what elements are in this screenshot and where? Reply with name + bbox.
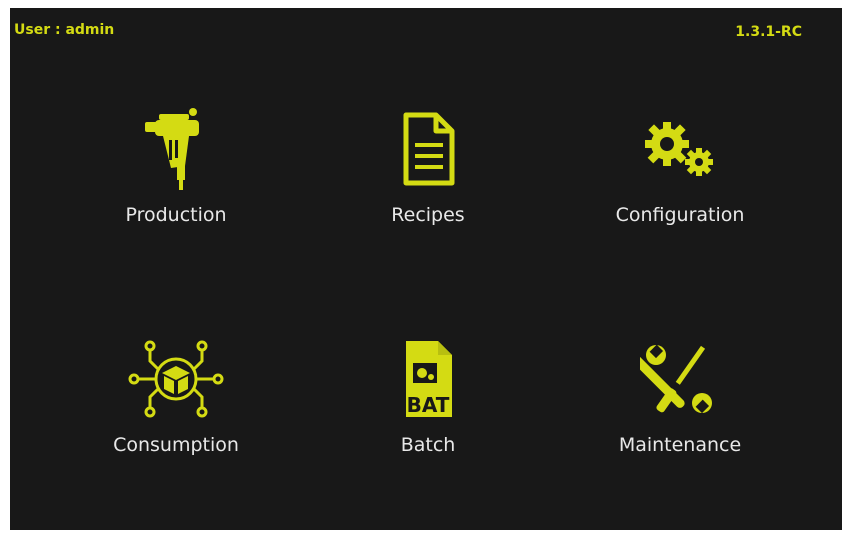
tile-label: Maintenance: [618, 434, 742, 456]
bat-file-icon: BAT: [378, 334, 478, 424]
tile-label: Production: [125, 204, 227, 226]
main-screen: User : admin 1.3.1-RC Production Recipes…: [10, 8, 842, 530]
box-network-icon: [126, 334, 226, 424]
current-user-label: User : admin: [14, 22, 115, 38]
tile-production[interactable]: Production: [76, 104, 276, 274]
wrench-screwdriver-icon: [630, 334, 730, 424]
tile-label: Recipes: [391, 204, 465, 226]
document-icon: [378, 104, 478, 194]
tile-consumption[interactable]: Consumption: [76, 334, 276, 504]
tile-recipes[interactable]: Recipes: [328, 104, 528, 274]
tile-batch[interactable]: BAT Batch: [328, 334, 528, 504]
spray-gun-icon: [126, 104, 226, 194]
gears-icon: [630, 104, 730, 194]
svg-text:BAT: BAT: [407, 393, 450, 417]
tile-label: Batch: [400, 434, 456, 456]
tile-configuration[interactable]: Configuration: [580, 104, 780, 274]
tile-label: Configuration: [615, 204, 745, 226]
top-bar: User : admin 1.3.1-RC: [10, 8, 842, 48]
tile-maintenance[interactable]: Maintenance: [580, 334, 780, 504]
tile-label: Consumption: [113, 434, 239, 456]
version-label: 1.3.1-RC: [735, 24, 802, 40]
